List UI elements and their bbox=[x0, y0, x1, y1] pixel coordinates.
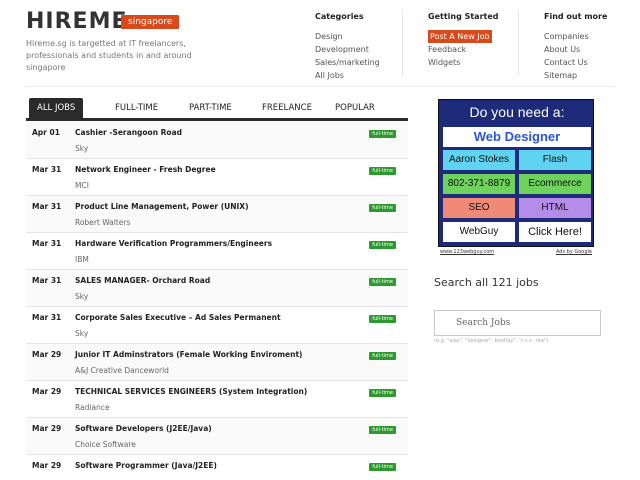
job-date: Mar 31 bbox=[32, 165, 62, 174]
nav-link-development[interactable]: Development bbox=[315, 43, 380, 56]
job-company: MCI bbox=[75, 181, 89, 190]
job-row[interactable]: Mar 29 Software Developers (J2EE/Java) C… bbox=[26, 418, 408, 455]
job-date: Mar 31 bbox=[32, 276, 62, 285]
job-title-link[interactable]: Product Line Management, Power (UNIX) bbox=[75, 202, 249, 211]
ad-cell[interactable]: HTML bbox=[519, 198, 591, 218]
nav-heading-getting-started: Getting Started bbox=[428, 12, 499, 21]
site-tagline: Hireme.sg is targetted at IT freelancers… bbox=[26, 39, 192, 72]
job-type-badge: full-time bbox=[369, 463, 396, 471]
job-company: Robert Walters bbox=[75, 218, 131, 227]
job-date: Mar 29 bbox=[32, 350, 62, 359]
tab-part-time[interactable]: PART-TIME bbox=[189, 98, 232, 118]
ad-cell[interactable]: Flash bbox=[519, 150, 591, 170]
job-filter-tabs: ALL JOBS FULL-TIME PART-TIME FREELANCE P… bbox=[26, 98, 408, 118]
search-hint: (e.g. "ajax", "designer", bootlay", "c++… bbox=[434, 338, 549, 344]
job-row[interactable]: Mar 29 TECHNICAL SERVICES ENGINEERS (Sys… bbox=[26, 381, 408, 418]
job-type-badge: full-time bbox=[369, 278, 396, 286]
nav-divider bbox=[402, 10, 403, 76]
nav-getting-started: Getting Started Post A New Job Feedback … bbox=[428, 12, 499, 69]
nav-link-design[interactable]: Design bbox=[315, 30, 380, 43]
job-type-badge: full-time bbox=[369, 167, 396, 175]
nav-categories: Categories Design Development Sales/mark… bbox=[315, 12, 380, 82]
job-row[interactable]: Apr 01 Cashier -Serangoon Road Sky full-… bbox=[26, 122, 408, 159]
header-divider bbox=[26, 86, 614, 87]
ad-title: Do you need a: bbox=[469, 104, 565, 120]
ad-headline[interactable]: Web Designer bbox=[443, 127, 591, 147]
job-title-link[interactable]: Software Developers (J2EE/Java) bbox=[75, 424, 212, 433]
job-date: Mar 29 bbox=[32, 424, 62, 433]
nav-divider bbox=[518, 10, 519, 76]
ad-link[interactable]: www.123webguy.com bbox=[440, 249, 494, 255]
job-date: Mar 31 bbox=[32, 202, 62, 211]
job-date: Mar 29 bbox=[32, 387, 62, 396]
job-title-link[interactable]: Junior IT Adminstrators (Female Working … bbox=[75, 350, 302, 359]
nav-link-companies[interactable]: Companies bbox=[544, 30, 607, 43]
ad-cell[interactable]: Click Here! bbox=[519, 222, 591, 242]
job-type-badge: full-time bbox=[369, 241, 396, 249]
job-type-badge: full-time bbox=[369, 426, 396, 434]
job-type-badge: full-time bbox=[369, 315, 396, 323]
ad-cell[interactable]: WebGuy bbox=[443, 222, 515, 242]
job-row[interactable]: Mar 29 Junior IT Adminstrators (Female W… bbox=[26, 344, 408, 381]
ad-cell[interactable]: 802-371-8879 bbox=[443, 174, 515, 194]
nav-link-all-jobs[interactable]: All Jobs bbox=[315, 69, 380, 82]
job-date: Mar 31 bbox=[32, 239, 62, 248]
job-company: Sky bbox=[75, 292, 89, 301]
nav-link-sitemap[interactable]: Sitemap bbox=[544, 69, 607, 82]
nav-heading-find-out-more: Find out more bbox=[544, 12, 608, 21]
job-date: Apr 01 bbox=[32, 128, 60, 137]
locale-badge: singapore bbox=[121, 15, 180, 29]
ad-cell[interactable]: Ecommerce bbox=[519, 174, 591, 194]
job-row[interactable]: Mar 31 Hardware Verification Programmers… bbox=[26, 233, 408, 270]
job-type-badge: full-time bbox=[369, 352, 396, 360]
job-date: Mar 31 bbox=[32, 313, 62, 322]
job-title-link[interactable]: Software Programmer (Java/J2EE) bbox=[75, 461, 217, 470]
job-title-link[interactable]: TECHNICAL SERVICES ENGINEERS (System Int… bbox=[75, 387, 307, 396]
nav-heading-categories: Categories bbox=[315, 12, 364, 21]
job-title-link[interactable]: SALES MANAGER- Orchard Road bbox=[75, 276, 210, 285]
nav-find-out-more: Find out more Companies About Us Contact… bbox=[544, 12, 607, 82]
job-title-link[interactable]: Hardware Verification Programmers/Engine… bbox=[75, 239, 272, 248]
job-type-badge: full-time bbox=[369, 204, 396, 212]
job-row[interactable]: Mar 31 Corporate Sales Executive – Ad Sa… bbox=[26, 307, 408, 344]
job-row[interactable]: Mar 29 Software Programmer (Java/J2EE) f… bbox=[26, 455, 408, 480]
job-type-badge: full-time bbox=[369, 389, 396, 397]
tab-all-jobs[interactable]: ALL JOBS bbox=[29, 98, 84, 118]
job-company: Radiance bbox=[75, 403, 110, 412]
ad-banner[interactable]: Do you need a: Web Designer Aaron Stokes… bbox=[438, 99, 594, 247]
job-row[interactable]: Mar 31 Product Line Management, Power (U… bbox=[26, 196, 408, 233]
job-company: Sky bbox=[75, 329, 89, 338]
site-logo[interactable]: HIREME bbox=[26, 9, 128, 34]
job-title-link[interactable]: Network Engineer - Fresh Degree bbox=[75, 165, 216, 174]
tab-freelance[interactable]: FREELANCE bbox=[262, 98, 312, 118]
search-input[interactable]: Search Jobs bbox=[434, 310, 601, 336]
nav-link-widgets[interactable]: Widgets bbox=[428, 56, 499, 69]
nav-link-sales-marketing[interactable]: Sales/marketing bbox=[315, 56, 380, 69]
job-company: A&J Creative Danceworld bbox=[75, 366, 169, 375]
post-new-job-button[interactable]: Post A New Job bbox=[428, 30, 492, 43]
job-company: IBM bbox=[75, 255, 89, 264]
tab-popular[interactable]: POPULAR bbox=[335, 98, 375, 118]
ad-cell[interactable]: SEO bbox=[443, 198, 515, 218]
ads-by-google-link[interactable]: Ads by Google bbox=[556, 249, 592, 255]
tab-underline bbox=[26, 118, 408, 121]
nav-link-about-us[interactable]: About Us bbox=[544, 43, 607, 56]
job-row[interactable]: Mar 31 SALES MANAGER- Orchard Road Sky f… bbox=[26, 270, 408, 307]
job-row[interactable]: Mar 31 Network Engineer - Fresh Degree M… bbox=[26, 159, 408, 196]
ad-cell[interactable]: Aaron Stokes bbox=[443, 150, 515, 170]
job-type-badge: full-time bbox=[369, 130, 396, 138]
search-heading: Search all 121 jobs bbox=[434, 276, 539, 289]
nav-link-contact-us[interactable]: Contact Us bbox=[544, 56, 607, 69]
job-list: Apr 01 Cashier -Serangoon Road Sky full-… bbox=[26, 122, 408, 480]
job-title-link[interactable]: Cashier -Serangoon Road bbox=[75, 128, 182, 137]
site-header: HIREME singapore Hireme.sg is targetted … bbox=[0, 0, 640, 86]
job-title-link[interactable]: Corporate Sales Executive – Ad Sales Per… bbox=[75, 313, 281, 322]
nav-link-feedback[interactable]: Feedback bbox=[428, 43, 499, 56]
job-company: Sky bbox=[75, 144, 89, 153]
tab-full-time[interactable]: FULL-TIME bbox=[115, 98, 158, 118]
job-date: Mar 29 bbox=[32, 461, 62, 470]
job-company: Choice Software bbox=[75, 440, 136, 449]
